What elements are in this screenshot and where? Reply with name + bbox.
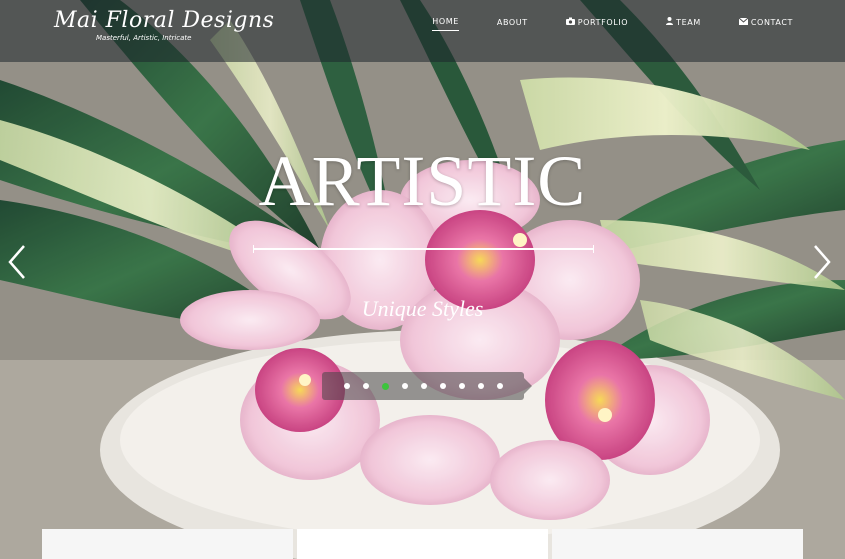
slide-dot[interactable] <box>362 383 369 389</box>
feature-card <box>552 529 803 559</box>
brand-tagline: Masterful, Artistic, Intricate <box>96 34 192 42</box>
header-bar: Mai Floral Designs Masterful, Artistic, … <box>0 0 845 62</box>
feature-card <box>42 529 293 559</box>
main-nav: HOME ABOUT PORTFOLIO TEAM CONTACT <box>394 17 793 31</box>
camera-icon <box>565 17 575 27</box>
chevron-right-icon <box>814 245 831 279</box>
site-logo[interactable]: Mai Floral Designs Masterful, Artistic, … <box>54 8 274 52</box>
nav-item-label: ABOUT <box>496 17 528 27</box>
slide-subtitle: Unique Styles <box>361 296 484 321</box>
nav-item-label: TEAM <box>676 17 701 27</box>
nav-item-team[interactable]: TEAM <box>666 17 701 31</box>
feature-card <box>297 529 548 559</box>
slide-dot[interactable] <box>496 383 503 389</box>
slide-dot[interactable] <box>401 383 408 389</box>
hero-slider: ARTISTIC Unique Styles <box>0 0 845 559</box>
next-slide-button[interactable] <box>809 244 833 280</box>
nav-item-about[interactable]: ABOUT <box>497 17 528 31</box>
slide-dot[interactable] <box>420 383 427 389</box>
slide-dot[interactable] <box>458 383 465 389</box>
prev-slide-button[interactable] <box>6 244 30 280</box>
slide-dot[interactable] <box>381 382 389 390</box>
slide-divider <box>253 245 594 253</box>
chevron-left-icon <box>8 245 25 279</box>
nav-item-portfolio[interactable]: PORTFOLIO <box>565 17 629 31</box>
nav-item-home[interactable]: HOME <box>432 17 459 31</box>
slide-dot[interactable] <box>477 383 484 389</box>
nav-item-label: HOME <box>432 17 459 26</box>
envelope-icon <box>738 17 749 27</box>
feature-cards <box>42 529 803 559</box>
slide-title: ARTISTIC <box>258 141 587 221</box>
nav-item-label: PORTFOLIO <box>577 17 629 27</box>
nav-item-contact[interactable]: CONTACT <box>738 17 793 31</box>
nav-item-label: CONTACT <box>750 17 793 27</box>
user-icon <box>666 17 674 27</box>
slide-dot[interactable] <box>439 383 446 389</box>
slide-dot[interactable] <box>343 383 350 389</box>
slide-pagination <box>322 372 532 400</box>
brand-name: Mai Floral Designs <box>54 8 275 33</box>
hero-photo-orchid-arrangement <box>0 0 845 559</box>
